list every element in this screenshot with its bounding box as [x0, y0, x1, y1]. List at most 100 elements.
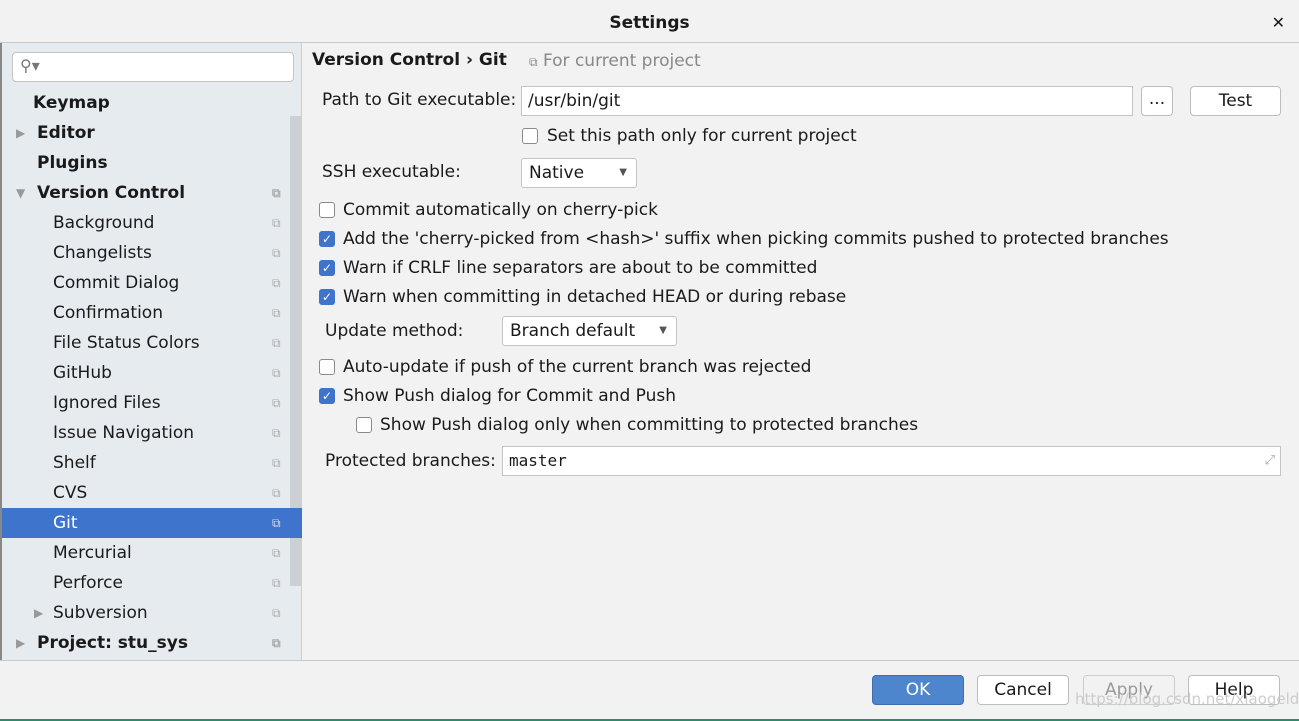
ssh-value: Native [529, 163, 585, 183]
sidebar-item[interactable]: Background ⧉ [2, 208, 302, 238]
sidebar-item[interactable]: Issue Navigation ⧉ [2, 418, 302, 448]
dialog-title: Settings [609, 13, 690, 33]
chevron-down-icon: ▼ [619, 167, 627, 178]
copy-icon: ⧉ [272, 366, 281, 380]
sidebar-item-label: Shelf [53, 453, 96, 473]
option-checkbox[interactable] [319, 202, 335, 218]
copy-icon: ⧉ [272, 306, 281, 320]
copy-icon: ⧉ [272, 246, 281, 260]
option-label: Add the 'cherry-picked from <hash>' suff… [343, 229, 1169, 249]
sidebar-item-label: Changelists [53, 243, 152, 263]
copy-icon: ⧉ [272, 606, 281, 620]
option-checkbox[interactable]: ✓ [319, 289, 335, 305]
protected-branches-label: Protected branches: [325, 451, 496, 471]
path-label: Path to Git executable: [322, 90, 517, 110]
sidebar-item[interactable]: Perforce ⧉ [2, 568, 302, 598]
breadcrumb-separator: › [465, 50, 473, 70]
search-icon: ⚲▾ [20, 56, 40, 75]
option-label: Warn when committing in detached HEAD or… [343, 287, 847, 307]
copy-icon: ⧉ [272, 396, 281, 410]
sidebar-item[interactable]: File Status Colors ⧉ [2, 328, 302, 358]
sidebar-item[interactable]: Keymap [2, 88, 302, 118]
sidebar-item-label: Issue Navigation [53, 423, 195, 443]
sidebar-item[interactable]: Changelists ⧉ [2, 238, 302, 268]
sidebar-item[interactable]: Commit Dialog ⧉ [2, 268, 302, 298]
option-checkbox[interactable]: ✓ [319, 260, 335, 276]
copy-icon: ⧉ [529, 55, 538, 69]
ok-button[interactable]: OK [872, 675, 964, 705]
sidebar-item[interactable]: GitHub ⧉ [2, 358, 302, 388]
test-button[interactable]: Test [1190, 86, 1281, 116]
sidebar-item[interactable]: ▶ Subversion ⧉ [2, 598, 302, 628]
copy-icon: ⧉ [272, 426, 281, 440]
path-only-current-checkbox[interactable] [522, 128, 538, 144]
sidebar-item[interactable]: ▶ Project: stu_sys ⧉ [2, 628, 302, 658]
copy-icon: ⧉ [272, 576, 281, 590]
copy-icon: ⧉ [272, 216, 281, 230]
sidebar: ⚲▾ Keymap ▶ Editor Plugins ▼ Version Control ⧉… [0, 43, 302, 660]
copy-icon: ⧉ [272, 636, 281, 650]
collapsed-arrow-icon[interactable]: ▶ [16, 628, 25, 658]
sidebar-item[interactable]: Git ⧉ [2, 508, 302, 538]
sidebar-item[interactable]: ▼ Version Control ⧉ [2, 178, 302, 208]
autoupdate-label: Auto-update if push of the current branc… [343, 357, 812, 377]
copy-icon: ⧉ [272, 276, 281, 290]
path-only-current-label: Set this path only for current project [547, 126, 857, 146]
sidebar-item-label: Editor [37, 123, 95, 143]
ssh-select[interactable]: Native ▼ [521, 158, 637, 188]
update-method-label: Update method: [325, 321, 464, 341]
sidebar-item-label: File Status Colors [53, 333, 200, 353]
sidebar-item-label: Plugins [37, 153, 108, 173]
show-push-label: Show Push dialog for Commit and Push [343, 386, 676, 406]
copy-icon: ⧉ [272, 186, 281, 200]
autoupdate-checkbox[interactable] [319, 359, 335, 375]
sidebar-item-label: Keymap [33, 93, 110, 113]
sidebar-item[interactable]: Shelf ⧉ [2, 448, 302, 478]
breadcrumb-parent: Version Control [312, 50, 461, 70]
sidebar-item-label: Background [53, 213, 155, 233]
git-path-input[interactable]: /usr/bin/git [521, 86, 1133, 116]
sidebar-item-label: Version Control [37, 183, 186, 203]
protected-branches-value: master [509, 451, 567, 470]
close-icon[interactable]: ✕ [1272, 0, 1285, 46]
copy-icon: ⧉ [272, 516, 281, 530]
update-method-select[interactable]: Branch default ▼ [502, 316, 677, 346]
browse-button[interactable]: ... [1141, 86, 1173, 116]
collapsed-arrow-icon[interactable]: ▶ [34, 598, 43, 628]
cancel-button[interactable]: Cancel [977, 675, 1069, 705]
scope-note: ⧉ For current project [529, 51, 701, 71]
expand-icon[interactable]: ⤢ [1265, 447, 1275, 475]
show-push-protected-checkbox[interactable] [356, 417, 372, 433]
sidebar-item[interactable]: Plugins [2, 148, 302, 178]
update-method-value: Branch default [510, 321, 636, 341]
copy-icon: ⧉ [272, 336, 281, 350]
sidebar-item[interactable]: Ignored Files ⧉ [2, 388, 302, 418]
collapsed-arrow-icon[interactable]: ▶ [16, 118, 25, 148]
copy-icon: ⧉ [272, 456, 281, 470]
sidebar-item[interactable]: Confirmation ⧉ [2, 298, 302, 328]
sidebar-item[interactable]: ▶ Editor [2, 118, 302, 148]
sidebar-item[interactable]: Mercurial ⧉ [2, 538, 302, 568]
sidebar-item-label: GitHub [53, 363, 112, 383]
sidebar-item-label: Confirmation [53, 303, 163, 323]
sidebar-item[interactable]: CVS ⧉ [2, 478, 302, 508]
show-push-checkbox[interactable]: ✓ [319, 388, 335, 404]
chevron-down-icon: ▼ [659, 325, 667, 336]
sidebar-item-label: Subversion [53, 603, 148, 623]
scope-label: For current project [542, 51, 701, 71]
protected-branches-input[interactable]: master ⤢ [502, 446, 1281, 476]
sidebar-item-label: Perforce [53, 573, 123, 593]
option-label: Warn if CRLF line separators are about t… [343, 258, 818, 278]
sidebar-item-label: Project: stu_sys [37, 633, 188, 653]
sidebar-item-label: Commit Dialog [53, 273, 180, 293]
watermark: https://blog.csdn.net/xiaogeldx [1075, 690, 1299, 708]
breadcrumb: Version Control › Git [312, 50, 507, 70]
breadcrumb-current: Git [478, 50, 507, 70]
option-checkbox[interactable]: ✓ [319, 231, 335, 247]
expanded-arrow-icon[interactable]: ▼ [16, 178, 25, 208]
ssh-label: SSH executable: [322, 162, 461, 182]
copy-icon: ⧉ [272, 546, 281, 560]
sidebar-item-label: Ignored Files [53, 393, 161, 413]
git-settings-panel: Version Control › Git ⧉ For current proj… [303, 43, 1299, 660]
search-input[interactable]: ⚲▾ [12, 52, 294, 82]
